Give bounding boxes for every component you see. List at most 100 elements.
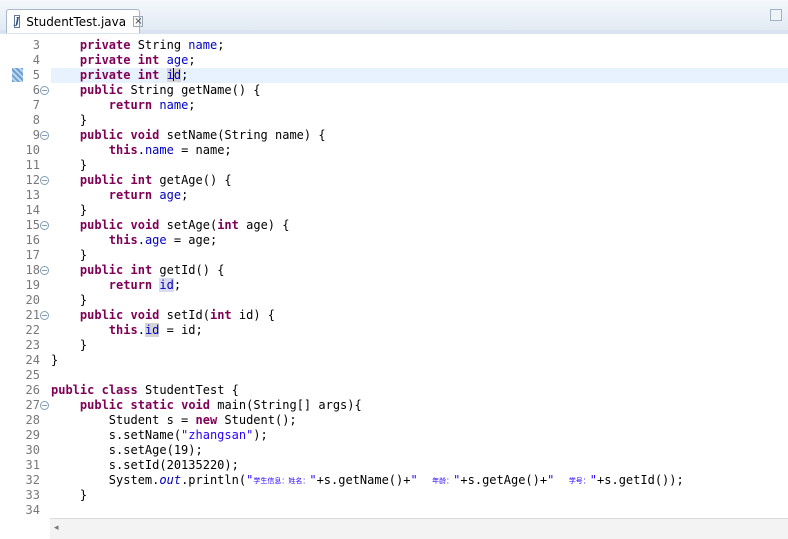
line-number: 11 — [25, 158, 40, 172]
code-line[interactable]: 24} — [0, 353, 788, 368]
code-line[interactable]: 7 return name; — [0, 98, 788, 113]
line-number: 14 — [25, 203, 40, 217]
fold-collapse-icon[interactable]: − — [40, 401, 49, 410]
fold-collapse-icon[interactable]: − — [40, 176, 49, 185]
line-number: 28 — [25, 413, 40, 427]
code-text[interactable]: } — [51, 203, 788, 218]
code-text[interactable]: } — [51, 158, 788, 173]
gutter-bottom — [0, 518, 50, 538]
line-number: 27 — [25, 398, 40, 412]
fold-collapse-icon[interactable]: − — [40, 266, 49, 275]
code-line[interactable]: 15− public void setAge(int age) { — [0, 218, 788, 233]
code-line[interactable]: 16 this.age = age; — [0, 233, 788, 248]
code-text[interactable]: s.setAge(19); — [51, 443, 788, 458]
code-text[interactable]: public int getAge() { — [51, 173, 788, 188]
code-line[interactable]: 9− public void setName(String name) { — [0, 128, 788, 143]
line-number: 7 — [32, 98, 40, 112]
line-number: 31 — [25, 458, 40, 472]
code-text[interactable]: public int getId() { — [51, 263, 788, 278]
line-number: 10 — [25, 143, 40, 157]
line-number: 23 — [25, 338, 40, 352]
line-number: 34 — [25, 503, 40, 517]
line-number: 4 — [32, 53, 40, 67]
code-text[interactable]: this.id = id; — [51, 323, 788, 338]
code-line[interactable]: 23 } — [0, 338, 788, 353]
line-number: 13 — [25, 188, 40, 202]
line-number: 26 — [25, 383, 40, 397]
fold-collapse-icon[interactable]: − — [40, 311, 49, 320]
line-number: 33 — [25, 488, 40, 502]
code-line[interactable]: 3 private String name; — [0, 38, 788, 53]
code-text[interactable]: public String getName() { — [51, 83, 788, 98]
code-text[interactable]: } — [51, 113, 788, 128]
code-text[interactable]: public void setAge(int age) { — [51, 218, 788, 233]
code-text[interactable]: } — [51, 338, 788, 353]
code-text[interactable] — [51, 503, 788, 518]
code-line[interactable]: 20 } — [0, 293, 788, 308]
tab-title: StudentTest.java — [26, 14, 127, 29]
code-line[interactable]: 13 return age; — [0, 188, 788, 203]
line-number: 21 — [25, 308, 40, 322]
code-line[interactable]: 18− public int getId() { — [0, 263, 788, 278]
code-text[interactable]: private int age; — [51, 53, 788, 68]
fold-collapse-icon[interactable]: − — [40, 221, 49, 230]
close-icon[interactable]: × — [133, 16, 144, 27]
line-number: 9 — [32, 128, 40, 142]
line-number: 29 — [25, 428, 40, 442]
code-line[interactable]: 25 — [0, 368, 788, 383]
code-line[interactable]: 22 this.id = id; — [0, 323, 788, 338]
code-line[interactable]: 21− public void setId(int id) { — [0, 308, 788, 323]
code-line[interactable]: 31 s.setId(20135220); — [0, 458, 788, 473]
line-number: 17 — [25, 248, 40, 262]
code-line[interactable]: 12− public int getAge() { — [0, 173, 788, 188]
code-text[interactable]: return age; — [51, 188, 788, 203]
code-line[interactable]: 11 } — [0, 158, 788, 173]
code-text[interactable]: this.age = age; — [51, 233, 788, 248]
code-line[interactable]: 14 } — [0, 203, 788, 218]
code-text[interactable]: public void setName(String name) { — [51, 128, 788, 143]
code-line[interactable]: 19 return id; — [0, 278, 788, 293]
code-line[interactable]: 26 public class StudentTest { — [0, 383, 788, 398]
line-number: 19 — [25, 278, 40, 292]
code-line[interactable]: 32 System.out.println("学生信息：姓名："+s.getNa… — [0, 473, 788, 488]
code-line[interactable]: 29 s.setName("zhangsan"); — [0, 428, 788, 443]
code-line[interactable]: 28 Student s = new Student(); — [0, 413, 788, 428]
horizontal-scrollbar[interactable]: ◂ — [50, 518, 788, 539]
code-text[interactable]: } — [51, 248, 788, 263]
code-text[interactable]: System.out.println("学生信息：姓名："+s.getName(… — [51, 473, 788, 488]
code-line[interactable]: 6− public String getName() { — [0, 83, 788, 98]
code-text[interactable]: public void setId(int id) { — [51, 308, 788, 323]
code-editor[interactable]: 3 private String name; 4 private int age;… — [0, 34, 788, 518]
code-text[interactable]: return id; — [51, 278, 788, 293]
code-line[interactable]: 27− public static void main(String[] arg… — [0, 398, 788, 413]
code-text[interactable]: } — [51, 488, 788, 503]
code-text[interactable]: return name; — [51, 98, 788, 113]
minimize-editor-button[interactable] — [770, 9, 782, 21]
code-text[interactable] — [51, 368, 788, 383]
code-text[interactable]: } — [51, 293, 788, 308]
code-text[interactable]: public class StudentTest { — [51, 383, 788, 398]
code-line[interactable]: 34 — [0, 503, 788, 518]
code-line[interactable]: 10 this.name = name; — [0, 143, 788, 158]
fold-collapse-icon[interactable]: − — [40, 131, 49, 140]
tab-studenttest-java[interactable]: J StudentTest.java × — [6, 9, 144, 33]
code-text[interactable]: private String name; — [51, 38, 788, 53]
line-number: 18 — [25, 263, 40, 277]
scroll-left-icon[interactable]: ◂ — [54, 523, 59, 533]
line-number: 16 — [25, 233, 40, 247]
code-text[interactable]: public static void main(String[] args){ — [51, 398, 788, 413]
line-number: 24 — [25, 353, 40, 367]
code-line[interactable]: 5 private int id; — [0, 68, 788, 83]
code-line[interactable]: 30 s.setAge(19); — [0, 443, 788, 458]
code-line[interactable]: 33 } — [0, 488, 788, 503]
code-text[interactable]: Student s = new Student(); — [51, 413, 788, 428]
code-text[interactable]: s.setName("zhangsan"); — [51, 428, 788, 443]
fold-collapse-icon[interactable]: − — [40, 86, 49, 95]
code-line[interactable]: 8 } — [0, 113, 788, 128]
code-line[interactable]: 17 } — [0, 248, 788, 263]
code-text[interactable]: } — [51, 353, 788, 368]
code-text[interactable]: this.name = name; — [51, 143, 788, 158]
code-line[interactable]: 4 private int age; — [0, 53, 788, 68]
code-text[interactable]: s.setId(20135220); — [51, 458, 788, 473]
code-text[interactable]: private int id; — [51, 68, 788, 83]
